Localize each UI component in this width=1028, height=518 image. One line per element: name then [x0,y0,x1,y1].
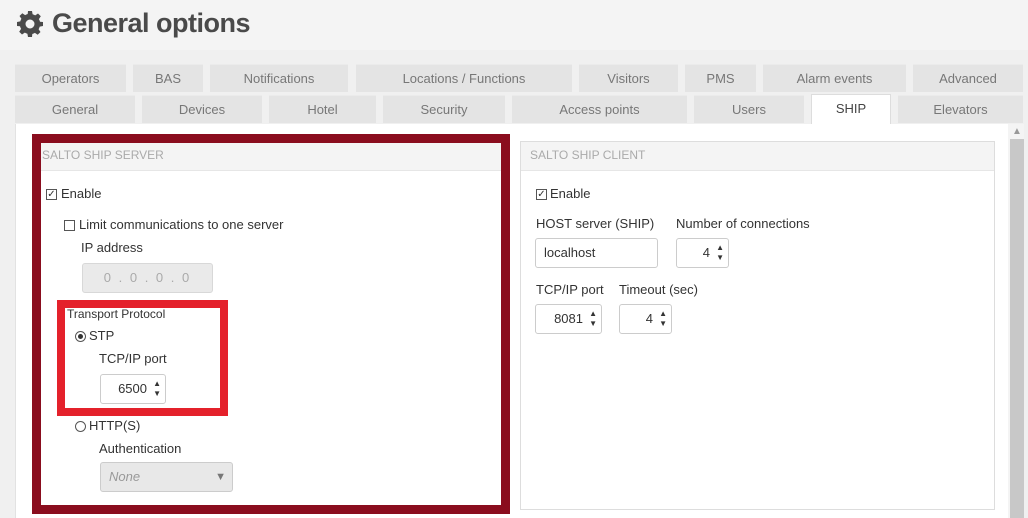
tab-bas[interactable]: BAS [133,64,203,92]
host-server-input[interactable]: localhost [535,238,658,268]
tab-operators[interactable]: Operators [15,64,126,92]
connections-spinner[interactable]: 4 ▲ ▼ [676,238,729,268]
page-title: General options [52,8,251,38]
timeout-spinner[interactable]: 4 ▲ ▼ [619,304,672,334]
spin-up-icon[interactable]: ▲ [659,310,667,318]
client-port-value: 8081 [554,311,583,326]
tab-users[interactable]: Users [694,95,804,123]
tab-advanced[interactable]: Advanced [913,64,1023,92]
spin-down-icon[interactable]: ▼ [659,320,667,328]
tab-access-points[interactable]: Access points [512,95,687,123]
tab-alarm-events[interactable]: Alarm events [763,64,906,92]
tab-ship[interactable]: SHIP [811,94,891,124]
connections-value: 4 [702,245,710,260]
tab-elevators[interactable]: Elevators [898,95,1023,123]
scroll-up-icon[interactable]: ▲ [1012,126,1022,137]
tab-pms[interactable]: PMS [685,64,756,92]
page-header: General options [0,0,1028,50]
spin-up-icon[interactable]: ▲ [589,310,597,318]
timeout-value: 4 [645,311,653,326]
client-enable-label: Enable [550,186,591,201]
highlight-frame-stp [57,300,228,416]
client-port-label: TCP/IP port [536,282,604,297]
client-port-spinner[interactable]: 8081 ▲ ▼ [535,304,602,334]
tab-devices[interactable]: Devices [142,95,262,123]
tab-notifications[interactable]: Notifications [210,64,348,92]
gear-icon [17,11,43,37]
tab-visitors[interactable]: Visitors [579,64,678,92]
tab-security[interactable]: Security [383,95,505,123]
tab-hotel[interactable]: Hotel [269,95,376,123]
spin-up-icon[interactable]: ▲ [716,244,724,252]
spin-down-icon[interactable]: ▼ [589,320,597,328]
scrollbar-thumb[interactable] [1010,139,1024,518]
host-server-label: HOST server (SHIP) [536,216,655,231]
ship-client-title: SALTO SHIP CLIENT [521,142,994,171]
tab-general[interactable]: General [15,95,135,123]
number-of-connections-label: Number of connections [676,216,810,231]
tab-locations-functions[interactable]: Locations / Functions [356,64,572,92]
spin-down-icon[interactable]: ▼ [716,254,724,262]
client-enable-checkbox[interactable]: ✓ [536,189,547,200]
timeout-label: Timeout (sec) [619,282,698,297]
